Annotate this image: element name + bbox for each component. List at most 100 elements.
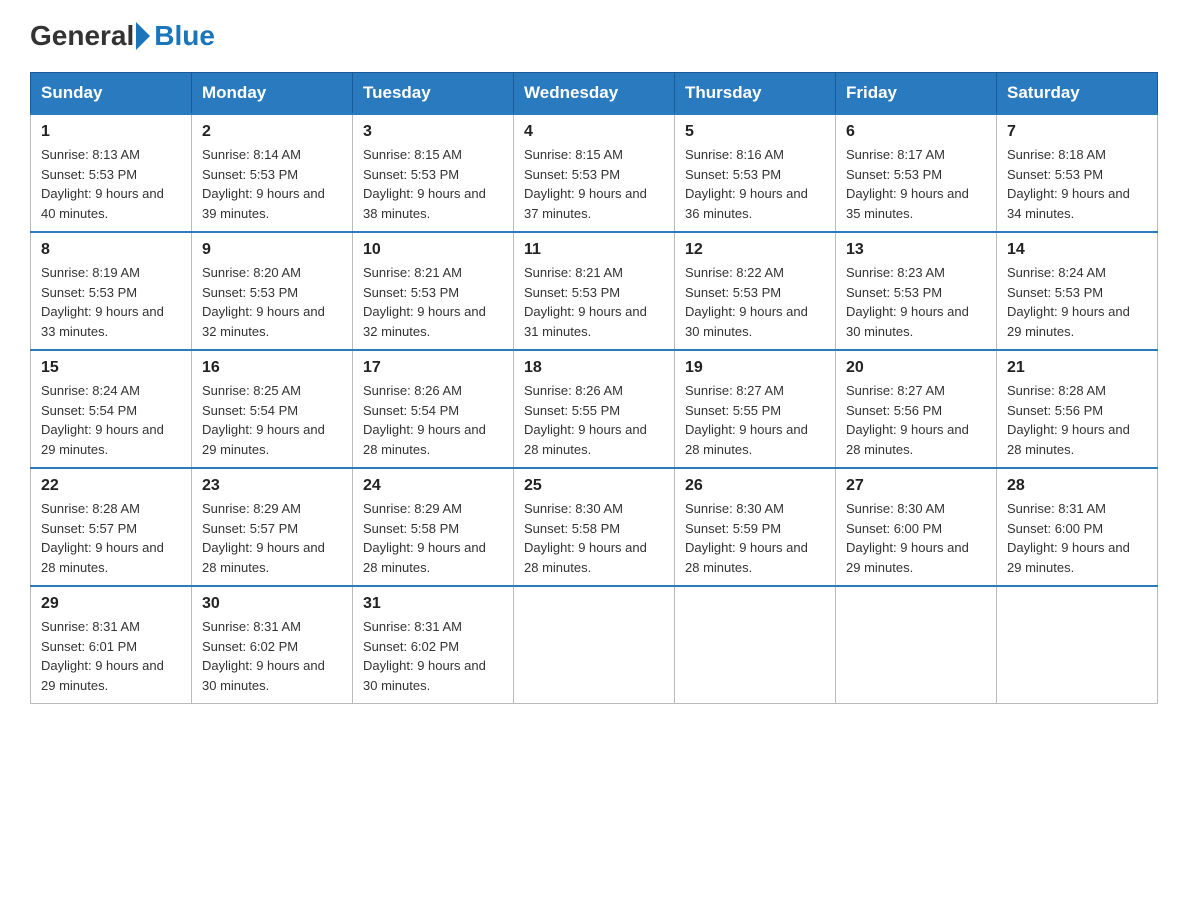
day-number: 23 [202, 477, 342, 495]
day-info: Sunrise: 8:30 AMSunset: 6:00 PMDaylight:… [846, 499, 986, 577]
day-number: 12 [685, 241, 825, 259]
day-info: Sunrise: 8:30 AMSunset: 5:58 PMDaylight:… [524, 499, 664, 577]
calendar-day-cell: 23Sunrise: 8:29 AMSunset: 5:57 PMDayligh… [192, 468, 353, 586]
day-info: Sunrise: 8:15 AMSunset: 5:53 PMDaylight:… [524, 145, 664, 223]
calendar-day-cell: 30 Sunrise: 8:31 AMSunset: 6:02 PMDayligh… [192, 586, 353, 704]
day-info: Sunrise: 8:31 AMSunset: 6:02 PMDaylight:… [363, 617, 503, 695]
day-number: 29 [41, 595, 181, 613]
calendar-day-cell: 15 Sunrise: 8:24 AMSunset: 5:54 PMDayligh… [31, 350, 192, 468]
calendar-day-cell: 20Sunrise: 8:27 AMSunset: 5:56 PMDayligh… [836, 350, 997, 468]
day-number: 8 [41, 241, 181, 259]
calendar-day-cell: 9 Sunrise: 8:20 AMSunset: 5:53 PMDaylight… [192, 232, 353, 350]
day-info: Sunrise: 8:25 AMSunset: 5:54 PMDaylight:… [202, 381, 342, 459]
day-number: 13 [846, 241, 986, 259]
day-number: 5 [685, 123, 825, 141]
day-info: Sunrise: 8:26 AMSunset: 5:55 PMDaylight:… [524, 381, 664, 459]
calendar-day-cell: 13 Sunrise: 8:23 AMSunset: 5:53 PMDayligh… [836, 232, 997, 350]
day-number: 25 [524, 477, 664, 495]
calendar-day-cell: 12Sunrise: 8:22 AMSunset: 5:53 PMDayligh… [675, 232, 836, 350]
calendar-day-cell: 4 Sunrise: 8:15 AMSunset: 5:53 PMDaylight… [514, 114, 675, 232]
calendar-header-row: SundayMondayTuesdayWednesdayThursdayFrid… [31, 73, 1158, 115]
day-info: Sunrise: 8:21 AMSunset: 5:53 PMDaylight:… [524, 263, 664, 341]
day-info: Sunrise: 8:29 AMSunset: 5:58 PMDaylight:… [363, 499, 503, 577]
calendar-day-cell [997, 586, 1158, 704]
calendar-day-cell: 10 Sunrise: 8:21 AMSunset: 5:53 PMDayligh… [353, 232, 514, 350]
day-info: Sunrise: 8:14 AMSunset: 5:53 PMDaylight:… [202, 145, 342, 223]
calendar-day-cell: 24 Sunrise: 8:29 AMSunset: 5:58 PMDayligh… [353, 468, 514, 586]
day-number: 26 [685, 477, 825, 495]
calendar-day-cell: 3Sunrise: 8:15 AMSunset: 5:53 PMDaylight… [353, 114, 514, 232]
day-number: 15 [41, 359, 181, 377]
day-number: 7 [1007, 123, 1147, 141]
calendar-day-cell: 7 Sunrise: 8:18 AMSunset: 5:53 PMDaylight… [997, 114, 1158, 232]
day-info: Sunrise: 8:31 AMSunset: 6:00 PMDaylight:… [1007, 499, 1147, 577]
day-info: Sunrise: 8:19 AMSunset: 5:53 PMDaylight:… [41, 263, 181, 341]
calendar-day-cell: 6 Sunrise: 8:17 AMSunset: 5:53 PMDaylight… [836, 114, 997, 232]
calendar-header-tuesday: Tuesday [353, 73, 514, 115]
calendar-day-cell: 1 Sunrise: 8:13 AMSunset: 5:53 PMDaylight… [31, 114, 192, 232]
calendar-header-saturday: Saturday [997, 73, 1158, 115]
logo-general-text: General [30, 20, 134, 52]
day-number: 3 [363, 123, 503, 141]
day-info: Sunrise: 8:28 AMSunset: 5:56 PMDaylight:… [1007, 381, 1147, 459]
calendar-week-row: 1 Sunrise: 8:13 AMSunset: 5:53 PMDaylight… [31, 114, 1158, 232]
logo-blue-text: Blue [154, 20, 215, 52]
day-number: 16 [202, 359, 342, 377]
calendar-day-cell: 2 Sunrise: 8:14 AMSunset: 5:53 PMDaylight… [192, 114, 353, 232]
calendar-day-cell [675, 586, 836, 704]
calendar-table: SundayMondayTuesdayWednesdayThursdayFrid… [30, 72, 1158, 704]
day-number: 10 [363, 241, 503, 259]
day-number: 17 [363, 359, 503, 377]
day-info: Sunrise: 8:18 AMSunset: 5:53 PMDaylight:… [1007, 145, 1147, 223]
day-info: Sunrise: 8:17 AMSunset: 5:53 PMDaylight:… [846, 145, 986, 223]
calendar-week-row: 8 Sunrise: 8:19 AMSunset: 5:53 PMDaylight… [31, 232, 1158, 350]
day-info: Sunrise: 8:16 AMSunset: 5:53 PMDaylight:… [685, 145, 825, 223]
day-number: 22 [41, 477, 181, 495]
calendar-header-friday: Friday [836, 73, 997, 115]
day-number: 21 [1007, 359, 1147, 377]
calendar-day-cell: 16 Sunrise: 8:25 AMSunset: 5:54 PMDayligh… [192, 350, 353, 468]
logo-blue-part: Blue [134, 20, 215, 52]
day-info: Sunrise: 8:26 AMSunset: 5:54 PMDaylight:… [363, 381, 503, 459]
day-number: 11 [524, 241, 664, 259]
day-info: Sunrise: 8:13 AMSunset: 5:53 PMDaylight:… [41, 145, 181, 223]
day-info: Sunrise: 8:24 AMSunset: 5:53 PMDaylight:… [1007, 263, 1147, 341]
calendar-day-cell: 27Sunrise: 8:30 AMSunset: 6:00 PMDayligh… [836, 468, 997, 586]
calendar-day-cell [514, 586, 675, 704]
calendar-day-cell: 25 Sunrise: 8:30 AMSunset: 5:58 PMDayligh… [514, 468, 675, 586]
day-info: Sunrise: 8:30 AMSunset: 5:59 PMDaylight:… [685, 499, 825, 577]
day-number: 28 [1007, 477, 1147, 495]
calendar-day-cell: 14Sunrise: 8:24 AMSunset: 5:53 PMDayligh… [997, 232, 1158, 350]
calendar-day-cell: 22Sunrise: 8:28 AMSunset: 5:57 PMDayligh… [31, 468, 192, 586]
calendar-day-cell: 29 Sunrise: 8:31 AMSunset: 6:01 PMDayligh… [31, 586, 192, 704]
logo: General Blue [30, 20, 215, 52]
day-info: Sunrise: 8:31 AMSunset: 6:02 PMDaylight:… [202, 617, 342, 695]
calendar-day-cell: 28 Sunrise: 8:31 AMSunset: 6:00 PMDayligh… [997, 468, 1158, 586]
day-info: Sunrise: 8:27 AMSunset: 5:55 PMDaylight:… [685, 381, 825, 459]
day-number: 20 [846, 359, 986, 377]
calendar-day-cell: 8 Sunrise: 8:19 AMSunset: 5:53 PMDaylight… [31, 232, 192, 350]
day-number: 24 [363, 477, 503, 495]
calendar-header-wednesday: Wednesday [514, 73, 675, 115]
day-number: 6 [846, 123, 986, 141]
page-header: General Blue [30, 20, 1158, 52]
calendar-week-row: 22Sunrise: 8:28 AMSunset: 5:57 PMDayligh… [31, 468, 1158, 586]
calendar-day-cell: 11 Sunrise: 8:21 AMSunset: 5:53 PMDayligh… [514, 232, 675, 350]
day-info: Sunrise: 8:24 AMSunset: 5:54 PMDaylight:… [41, 381, 181, 459]
calendar-header-thursday: Thursday [675, 73, 836, 115]
calendar-body: 1 Sunrise: 8:13 AMSunset: 5:53 PMDaylight… [31, 114, 1158, 704]
day-info: Sunrise: 8:31 AMSunset: 6:01 PMDaylight:… [41, 617, 181, 695]
day-number: 4 [524, 123, 664, 141]
calendar-day-cell: 31 Sunrise: 8:31 AMSunset: 6:02 PMDayligh… [353, 586, 514, 704]
calendar-header-monday: Monday [192, 73, 353, 115]
day-number: 31 [363, 595, 503, 613]
day-info: Sunrise: 8:23 AMSunset: 5:53 PMDaylight:… [846, 263, 986, 341]
day-number: 9 [202, 241, 342, 259]
day-info: Sunrise: 8:20 AMSunset: 5:53 PMDaylight:… [202, 263, 342, 341]
day-number: 1 [41, 123, 181, 141]
day-number: 30 [202, 595, 342, 613]
calendar-day-cell: 18Sunrise: 8:26 AMSunset: 5:55 PMDayligh… [514, 350, 675, 468]
day-info: Sunrise: 8:21 AMSunset: 5:53 PMDaylight:… [363, 263, 503, 341]
day-number: 2 [202, 123, 342, 141]
day-number: 19 [685, 359, 825, 377]
